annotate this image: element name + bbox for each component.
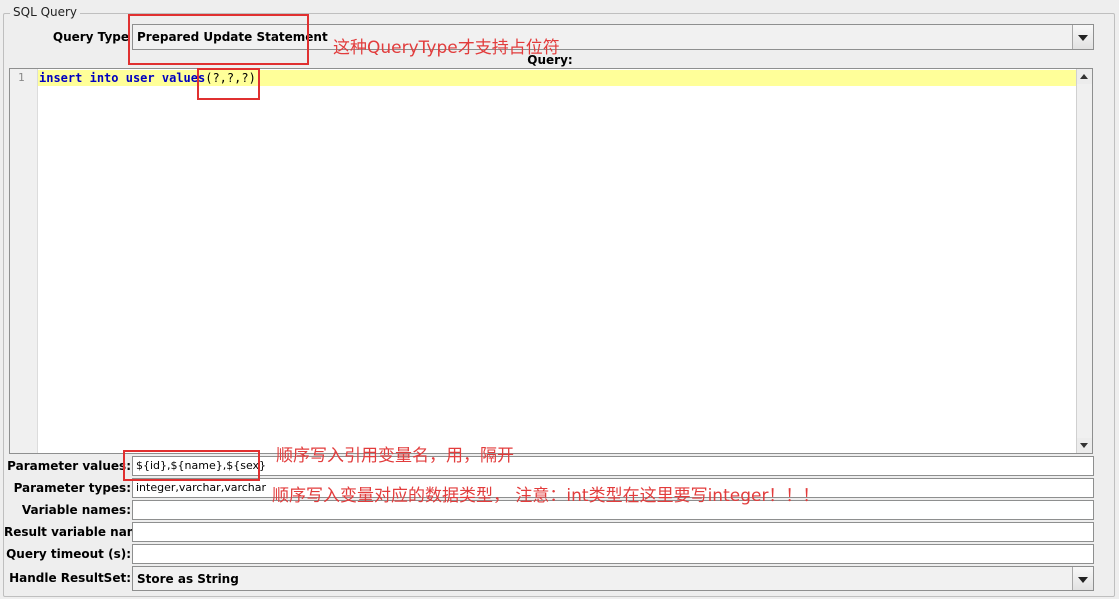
- handle-resultset-value: Store as String: [137, 572, 239, 586]
- vertical-scrollbar[interactable]: [1076, 69, 1092, 453]
- query-type-highlight-box: [128, 14, 309, 65]
- sql-keyword: insert: [39, 71, 83, 85]
- query-timeout-label: Query timeout (s):: [6, 547, 131, 561]
- parameter-values-annotation: 顺序写入引用变量名，用，隔开: [276, 446, 514, 466]
- chevron-down-icon[interactable]: [1072, 25, 1093, 49]
- placeholders-highlight-box: [197, 68, 260, 100]
- parameter-types-annotation: 顺序写入变量对应的数据类型， 注意：int类型在这里要写integer！！！: [272, 486, 820, 506]
- chevron-down-icon[interactable]: [1072, 567, 1093, 590]
- result-variable-name-label: Result variable name:: [4, 525, 153, 539]
- query-editor[interactable]: 1 insert into user values(?,?,?): [9, 68, 1093, 454]
- sql-keyword: into: [89, 71, 119, 85]
- result-variable-name-input[interactable]: [132, 522, 1094, 542]
- query-type-annotation: 这种QueryType才支持占位符: [333, 38, 560, 58]
- parameter-values-label: Parameter values:: [7, 459, 131, 473]
- handle-resultset-select[interactable]: Store as String: [132, 566, 1094, 591]
- line-gutter: 1: [10, 69, 38, 453]
- parameter-types-label: Parameter types:: [13, 481, 131, 495]
- query-timeout-input[interactable]: [132, 544, 1094, 564]
- line-number: 1: [18, 71, 25, 84]
- scroll-down-icon[interactable]: [1077, 438, 1092, 453]
- group-title: SQL Query: [10, 5, 81, 19]
- handle-resultset-label: Handle ResultSet:: [9, 571, 131, 585]
- scroll-up-icon[interactable]: [1077, 69, 1092, 84]
- query-type-label: Query Type: [52, 30, 129, 44]
- parameter-values-highlight-box: [123, 450, 260, 481]
- sql-identifier: user: [125, 71, 155, 85]
- variable-names-label: Variable names:: [21, 503, 131, 517]
